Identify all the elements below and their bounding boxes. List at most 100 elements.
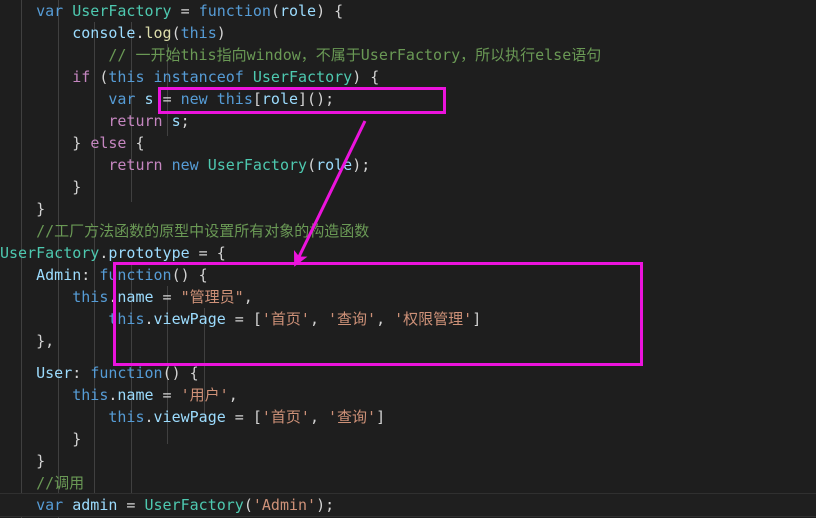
code-token: , <box>228 386 238 404</box>
code-token: else <box>90 134 127 152</box>
code-content[interactable]: var UserFactory = function(role) { conso… <box>0 0 816 518</box>
code-line[interactable]: } <box>0 176 816 198</box>
code-line[interactable]: return new UserFactory(role); <box>0 154 816 176</box>
code-token: ; <box>180 112 190 130</box>
code-token: return <box>108 112 163 130</box>
code-token: '查询' <box>328 408 377 426</box>
code-token: function <box>90 364 163 382</box>
code-token: log <box>144 24 172 42</box>
code-line[interactable]: // 一开始this指向window，不属于UserFactory，所以执行el… <box>0 44 816 66</box>
code-token: ( <box>270 2 280 20</box>
code-token: '首页' <box>261 408 310 426</box>
code-line[interactable]: Admin: function() { <box>0 264 816 286</box>
code-line[interactable]: User: function() { <box>0 362 816 384</box>
code-token: , <box>309 310 329 328</box>
code-token: function <box>198 2 271 20</box>
code-token: role <box>316 156 353 174</box>
code-token: '查询' <box>328 310 377 328</box>
code-line[interactable]: //调用 <box>0 472 816 494</box>
code-token: if <box>72 68 91 86</box>
code-token: ](); <box>298 90 335 108</box>
code-token: } <box>0 178 82 196</box>
code-token: return <box>108 156 163 174</box>
code-token: function <box>99 266 172 284</box>
code-token: ( <box>90 68 109 86</box>
code-line[interactable]: this.viewPage = ['首页', '查询'] <box>0 406 816 428</box>
code-token: this <box>108 68 145 86</box>
code-editor[interactable]: var UserFactory = function(role) { conso… <box>0 0 816 518</box>
code-token: . <box>144 408 154 426</box>
code-token: this <box>72 386 109 404</box>
code-token: [ <box>252 90 262 108</box>
code-token: }, <box>0 332 55 350</box>
code-token: role <box>261 90 299 108</box>
code-token: // 一开始this指向window，不属于UserFactory，所以执行el… <box>108 46 602 64</box>
code-token: = <box>180 2 190 20</box>
code-token: ( <box>171 24 181 42</box>
code-line[interactable]: return s; <box>0 110 816 132</box>
code-token: name <box>117 288 154 306</box>
code-line[interactable]: } <box>0 428 816 450</box>
code-line[interactable]: if (this instanceof UserFactory) { <box>0 66 816 88</box>
code-line[interactable]: console.log(this) <box>0 22 816 44</box>
code-token: User <box>36 364 73 382</box>
code-token: this <box>216 90 253 108</box>
code-token: '权限管理' <box>394 310 473 328</box>
code-token: new <box>171 156 199 174</box>
code-token: ( <box>243 496 253 514</box>
code-token: Admin <box>36 266 82 284</box>
code-line[interactable]: //工厂方法函数的原型中设置所有对象的构造函数 <box>0 220 816 242</box>
code-token: ] <box>376 408 386 426</box>
code-token: : <box>81 266 100 284</box>
code-token: { <box>126 134 145 152</box>
code-token: var <box>108 90 136 108</box>
code-token: , <box>309 408 329 426</box>
code-token: console <box>72 24 136 42</box>
code-token: = <box>153 288 181 306</box>
code-token: this <box>108 408 145 426</box>
code-line[interactable]: var s = new this[role](); <box>0 88 816 110</box>
code-token: s <box>171 112 181 130</box>
code-token: var <box>36 496 64 514</box>
code-token: UserFactory <box>72 2 172 20</box>
code-token: 'Admin' <box>252 496 317 514</box>
code-line[interactable]: var UserFactory = function(role) { <box>0 0 816 22</box>
code-line[interactable]: this.viewPage = ['首页', '查询', '权限管理'] <box>0 308 816 330</box>
code-line[interactable]: } <box>0 198 816 220</box>
code-token: } <box>0 430 82 448</box>
code-token: = [ <box>225 310 262 328</box>
code-line[interactable]: }, <box>0 330 816 352</box>
code-line[interactable]: var admin = UserFactory('Admin'); <box>0 494 816 516</box>
code-token: . <box>135 24 145 42</box>
code-token: role <box>279 2 317 20</box>
code-token: = <box>162 90 172 108</box>
code-line[interactable]: this.name = '用户', <box>0 384 816 406</box>
code-line[interactable]: } else { <box>0 132 816 154</box>
code-token: () { <box>171 266 208 284</box>
code-token: "管理员" <box>180 288 244 306</box>
code-line[interactable]: } <box>0 450 816 472</box>
code-token: , <box>376 310 395 328</box>
code-token: UserFactory <box>207 156 308 174</box>
code-token: //工厂方法函数的原型中设置所有对象的构造函数 <box>36 222 370 240</box>
code-line[interactable]: this.name = "管理员", <box>0 286 816 308</box>
code-line[interactable]: UserFactory.prototype = { <box>0 242 816 264</box>
